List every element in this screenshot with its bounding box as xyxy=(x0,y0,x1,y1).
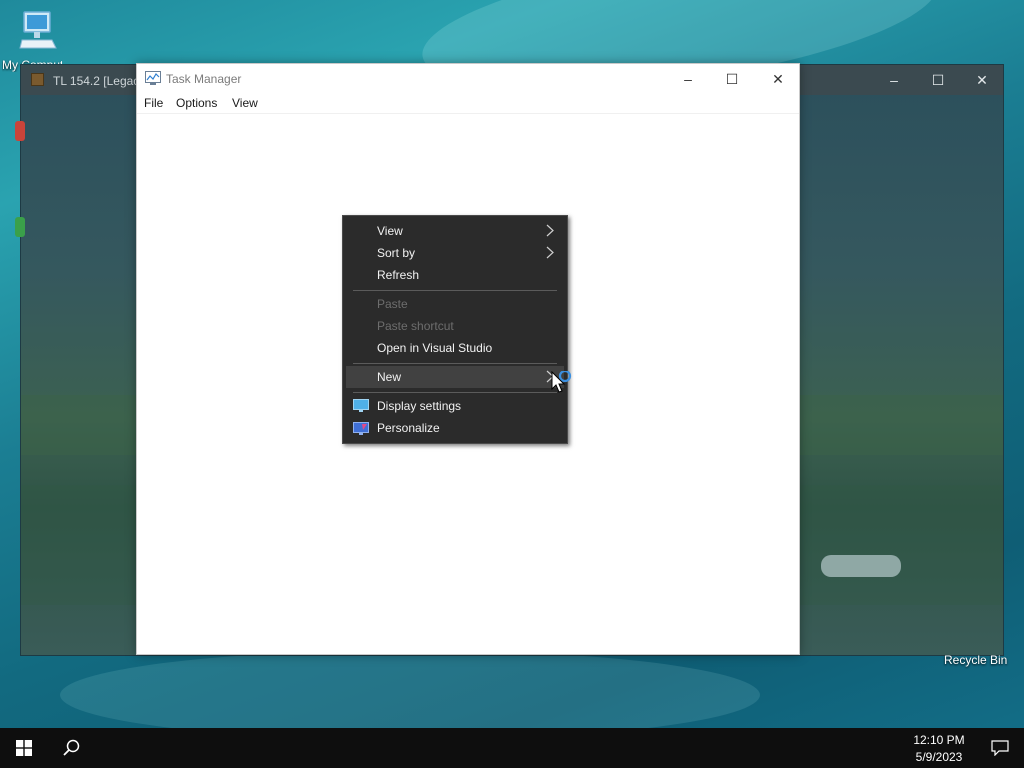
mouse-cursor-icon xyxy=(551,371,572,393)
desktop-icon-recycle-bin[interactable]: Recycle Bin xyxy=(944,653,1007,667)
context-item-sort-by[interactable]: Sort by xyxy=(346,242,564,264)
menu-separator xyxy=(353,290,557,291)
context-item-label: Display settings xyxy=(377,399,462,413)
context-item-display-settings[interactable]: Display settings xyxy=(346,395,564,417)
context-item-label: Personalize xyxy=(377,421,440,435)
clock-date[interactable]: 5/9/2023 xyxy=(900,750,978,764)
task-manager-icon xyxy=(145,71,161,85)
taskbar: 12:10 PM 5/9/2023 xyxy=(0,728,1024,768)
context-item-refresh[interactable]: Refresh xyxy=(346,264,564,286)
maximize-button[interactable]: ☐ xyxy=(717,67,747,91)
context-item-label: Sort by xyxy=(377,246,416,260)
chevron-right-icon xyxy=(546,246,554,259)
context-item-personalize[interactable]: Personalize xyxy=(346,417,564,439)
task-manager-titlebar[interactable]: Task Manager – ☐ ✕ xyxy=(137,64,799,92)
menu-separator xyxy=(353,363,557,364)
wallpaper-wave xyxy=(60,650,760,740)
clipped-icon xyxy=(15,217,25,237)
notification-icon xyxy=(991,740,1009,756)
context-item-label: New xyxy=(377,370,402,384)
background-close-button[interactable]: ✕ xyxy=(971,69,993,91)
menu-separator xyxy=(353,392,557,393)
context-item-label: Paste xyxy=(377,297,408,311)
close-button[interactable]: ✕ xyxy=(763,67,793,91)
search-icon xyxy=(63,739,80,756)
desktop-context-menu: View Sort by Refresh Paste Paste shortcu… xyxy=(342,215,568,444)
context-item-paste: Paste xyxy=(346,293,564,315)
context-item-label: Open in Visual Studio xyxy=(377,341,493,355)
menu-options[interactable]: Options xyxy=(176,96,217,110)
background-maximize-button[interactable]: ☐ xyxy=(927,69,949,91)
context-item-open-in-visual-studio[interactable]: Open in Visual Studio xyxy=(346,337,564,359)
minimize-button[interactable]: – xyxy=(673,67,703,91)
clock-time[interactable]: 12:10 PM xyxy=(900,733,978,747)
search-button[interactable] xyxy=(48,728,96,768)
computer-icon xyxy=(19,11,57,49)
context-item-view[interactable]: View xyxy=(346,220,564,242)
menu-file[interactable]: File xyxy=(144,96,163,110)
task-manager-menubar: File Options View xyxy=(137,92,799,114)
background-minimize-button[interactable]: – xyxy=(883,69,905,91)
context-item-label: Refresh xyxy=(377,268,420,282)
start-button[interactable] xyxy=(0,728,48,768)
background-window-title: TL 154.2 [Legacy] xyxy=(53,74,149,88)
menu-view[interactable]: View xyxy=(232,96,258,110)
notification-button[interactable] xyxy=(978,728,1024,768)
windows-start-icon xyxy=(16,740,32,756)
display-icon xyxy=(353,399,369,412)
clipped-icon xyxy=(15,121,25,141)
context-item-label: View xyxy=(377,224,403,238)
context-item-paste-shortcut: Paste shortcut xyxy=(346,315,564,337)
chevron-right-icon xyxy=(546,224,554,237)
task-manager-title: Task Manager xyxy=(166,72,242,86)
scenery-cloud xyxy=(821,555,901,577)
context-item-new[interactable]: New xyxy=(346,366,564,388)
context-item-label: Paste shortcut xyxy=(377,319,454,333)
personalize-icon xyxy=(353,422,369,435)
app-block-icon xyxy=(31,73,44,86)
